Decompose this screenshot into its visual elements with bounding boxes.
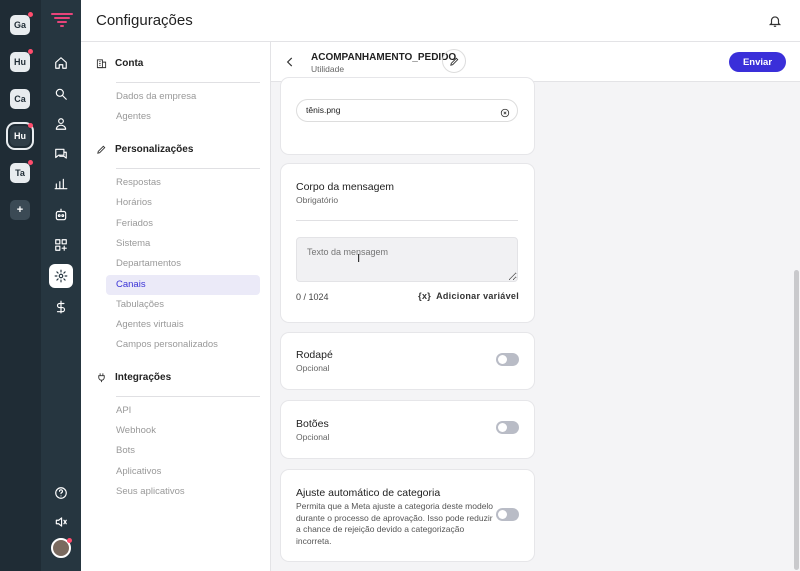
card-title: Botões [296,418,329,430]
dollar-icon[interactable] [49,295,73,319]
pencil-icon [449,57,458,66]
building-icon [96,59,107,69]
auto-category-card: Ajuste automático de categoria Permita q… [281,470,534,561]
menu-item-agentes-virtuais[interactable]: Agentes virtuais [106,315,260,335]
apps-icon[interactable] [49,233,73,257]
bell-icon[interactable] [768,14,782,28]
menu-item-sistema[interactable]: Sistema [106,234,260,254]
logo-icon [51,13,73,27]
card-title: Rodapé [296,349,333,361]
menu-item-bots[interactable]: Bots [106,441,260,461]
menu-item-departamentos[interactable]: Departamentos [106,254,260,274]
notification-dot [28,160,33,165]
mute-icon[interactable] [49,510,73,534]
edit-template-button[interactable] [442,49,466,73]
auto-category-toggle[interactable] [496,508,519,521]
menu-item-respostas[interactable]: Respostas [106,173,260,193]
workspace-hu-2[interactable]: Hu [6,122,34,150]
workspace-rail: Ga Hu Ca Hu Ta + [0,0,41,571]
help-icon[interactable] [49,481,73,505]
scrollbar[interactable] [794,82,799,571]
workspace-hu-1[interactable]: Hu [10,49,33,72]
add-workspace-button[interactable]: + [10,200,30,220]
nav-rail [41,0,81,571]
notification-dot [28,12,33,17]
user-icon[interactable] [49,112,73,136]
menu-item-api[interactable]: API [106,401,260,421]
notification-dot [67,538,72,543]
footer-card: Rodapé Opcional [281,333,534,389]
divider [116,168,260,169]
scroll-thumb[interactable] [794,270,799,570]
menu-item-campos-personalizados[interactable]: Campos personalizados [106,335,260,355]
home-icon[interactable] [49,51,73,75]
menu-item-tabulacoes[interactable]: Tabulações [106,295,260,315]
card-description: Permita que a Meta ajuste a categoria de… [296,501,494,546]
template-header: ACOMPANHAMENTO_PEDIDO Utilidade Enviar [271,42,800,82]
menu-item-canais[interactable]: Canais [106,275,260,295]
braces-icon: {x} [418,291,432,301]
workspace-ca[interactable]: Ca [10,89,30,109]
gear-icon[interactable] [49,264,73,288]
menu-item-horarios[interactable]: Horários [106,193,260,213]
avatar[interactable] [51,538,72,558]
menu-item-aplicativos[interactable]: Aplicativos [106,462,260,482]
section-integracoes: Integrações [96,372,171,383]
menu-item-agentes[interactable]: Agentes [106,107,260,127]
text-cursor-icon: I [357,252,361,265]
message-body-card: Corpo da mensagem Obrigatório I 0 / 1024… [281,164,534,322]
menu-item-dados-da-empresa[interactable]: Dados da empresa [106,87,260,107]
chat-icon[interactable] [49,142,73,166]
workspace-ga[interactable]: Ga [10,12,33,35]
section-conta: Conta [96,58,143,69]
menu-item-webhook[interactable]: Webhook [106,421,260,441]
file-chip[interactable]: tênis.png [296,99,518,122]
close-icon[interactable] [500,105,510,118]
divider [116,396,260,397]
card-subtitle: Opcional [296,363,330,373]
menu-item-seus-aplicativos[interactable]: Seus aplicativos [106,482,260,502]
chart-icon[interactable] [49,172,73,196]
workspace-ta[interactable]: Ta [10,160,33,183]
template-editor: ACOMPANHAMENTO_PEDIDO Utilidade Enviar t… [271,42,800,571]
buttons-toggle[interactable] [496,421,519,434]
menu-item-feriados[interactable]: Feriados [106,214,260,234]
pencil-icon [97,145,106,154]
send-button[interactable]: Enviar [729,52,786,72]
card-subtitle: Opcional [296,432,330,442]
message-input[interactable] [296,237,518,282]
footer-toggle[interactable] [496,353,519,366]
page-title: Configurações [96,12,193,29]
bot-icon[interactable] [49,203,73,227]
divider [296,220,518,221]
section-personalizacoes: Personalizações [96,144,193,155]
divider [116,82,260,83]
plug-icon [98,373,105,383]
search-icon[interactable] [49,82,73,106]
top-header: Configurações [81,0,800,42]
notification-dot [28,49,33,54]
buttons-card: Botões Opcional [281,401,534,458]
file-name: tênis.png [306,105,341,115]
add-variable-button[interactable]: {x} Adicionar variável [418,291,519,301]
char-counter: 0 / 1024 [296,292,329,302]
card-title: Ajuste automático de categoria [296,487,441,499]
card-subtitle: Obrigatório [296,195,339,205]
notification-dot [28,123,33,128]
card-title: Corpo da mensagem [296,181,395,193]
back-arrow-icon[interactable] [283,55,297,69]
settings-menu: Conta Dados da empresa Agentes Personali… [81,42,271,571]
template-name: ACOMPANHAMENTO_PEDIDO [311,52,457,63]
template-category: Utilidade [311,64,345,74]
media-card: tênis.png [281,78,534,154]
